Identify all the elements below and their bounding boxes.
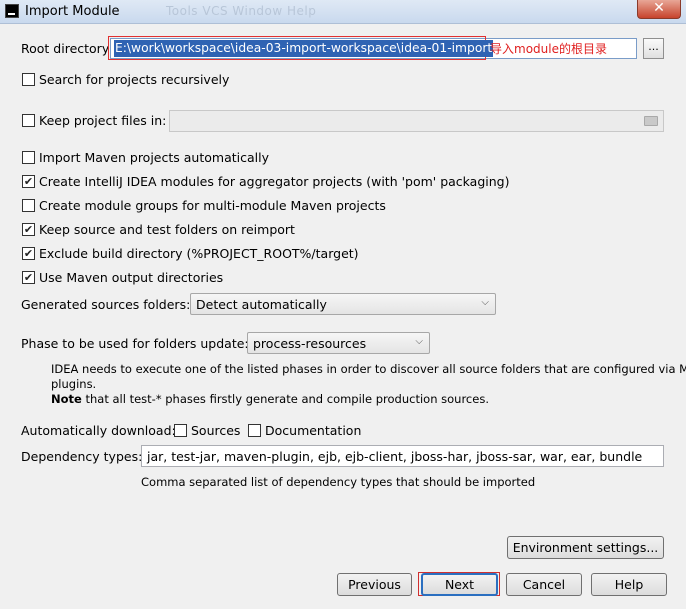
phase-value: process-resources (253, 336, 367, 351)
keep-project-files-label: Keep project files in: (39, 113, 167, 128)
keep-project-files-checkbox[interactable] (22, 114, 35, 127)
root-directory-label: Root directory (21, 41, 110, 56)
browse-button[interactable]: ... (643, 38, 664, 59)
create-module-groups-checkbox[interactable] (22, 199, 35, 212)
next-button[interactable]: Next (421, 573, 498, 596)
environment-settings-button[interactable]: Environment settings... (507, 536, 664, 559)
search-recursively-checkbox[interactable] (22, 73, 35, 86)
exclude-build-dir-checkbox[interactable]: ✔ (22, 247, 35, 260)
phase-help-line2: plugins. (51, 377, 97, 391)
download-documentation-checkbox[interactable] (248, 424, 261, 437)
download-sources-checkbox[interactable] (174, 424, 187, 437)
import-maven-auto-checkbox[interactable] (22, 151, 35, 164)
phase-note: Note that all test-* phases firstly gene… (51, 392, 489, 406)
create-modules-aggregator-checkbox[interactable]: ✔ (22, 175, 35, 188)
title-bar: Import Module Tools VCS Window Help ✕ (0, 0, 686, 24)
chevron-down-icon: ⌵ (415, 336, 423, 347)
create-module-groups-label: Create module groups for multi-module Ma… (39, 198, 386, 213)
previous-button[interactable]: Previous (337, 573, 412, 596)
import-maven-auto-label: Import Maven projects automatically (39, 150, 269, 165)
phase-note-bold: Note (51, 392, 82, 406)
chevron-down-icon: ⌵ (481, 297, 489, 308)
keep-project-files-input (169, 110, 664, 132)
download-sources-label: Sources (191, 423, 241, 438)
auto-download-label: Automatically download: (21, 423, 176, 438)
root-directory-value: E:\work\workspace\idea-03-import-workspa… (114, 40, 494, 57)
use-maven-output-checkbox[interactable]: ✔ (22, 271, 35, 284)
dependency-types-input[interactable]: jar, test-jar, maven-plugin, ejb, ejb-cl… (141, 445, 664, 467)
dependency-types-value: jar, test-jar, maven-plugin, ejb, ejb-cl… (147, 449, 643, 464)
phase-help-line1: IDEA needs to execute one of the listed … (51, 362, 686, 376)
generated-sources-select[interactable]: Detect automatically ⌵ (190, 293, 496, 315)
generated-sources-label: Generated sources folders: (21, 297, 191, 312)
background-menu-text: Tools VCS Window Help (166, 4, 317, 18)
keep-source-folders-label: Keep source and test folders on reimport (39, 222, 295, 237)
phase-label: Phase to be used for folders update: (21, 336, 249, 351)
dependency-types-label: Dependency types: (21, 449, 143, 464)
phase-note-text: that all test-* phases firstly generate … (81, 392, 489, 406)
create-modules-aggregator-label: Create IntelliJ IDEA modules for aggrega… (39, 174, 510, 189)
generated-sources-value: Detect automatically (196, 297, 327, 312)
cancel-button[interactable]: Cancel (506, 573, 582, 596)
window-title: Import Module (25, 4, 120, 19)
search-recursively-label: Search for projects recursively (39, 72, 230, 87)
download-documentation-label: Documentation (265, 423, 362, 438)
intellij-app-icon (5, 4, 19, 18)
help-button[interactable]: Help (591, 573, 667, 596)
phase-select[interactable]: process-resources ⌵ (247, 332, 430, 354)
close-window-button[interactable]: ✕ (637, 0, 681, 19)
root-directory-annotation: 导入module的根目录 (490, 42, 607, 56)
exclude-build-dir-label: Exclude build directory (%PROJECT_ROOT%/… (39, 246, 359, 261)
use-maven-output-label: Use Maven output directories (39, 270, 224, 285)
folder-icon (644, 116, 658, 126)
dependency-types-hint: Comma separated list of dependency types… (141, 475, 536, 489)
keep-source-folders-checkbox[interactable]: ✔ (22, 223, 35, 236)
